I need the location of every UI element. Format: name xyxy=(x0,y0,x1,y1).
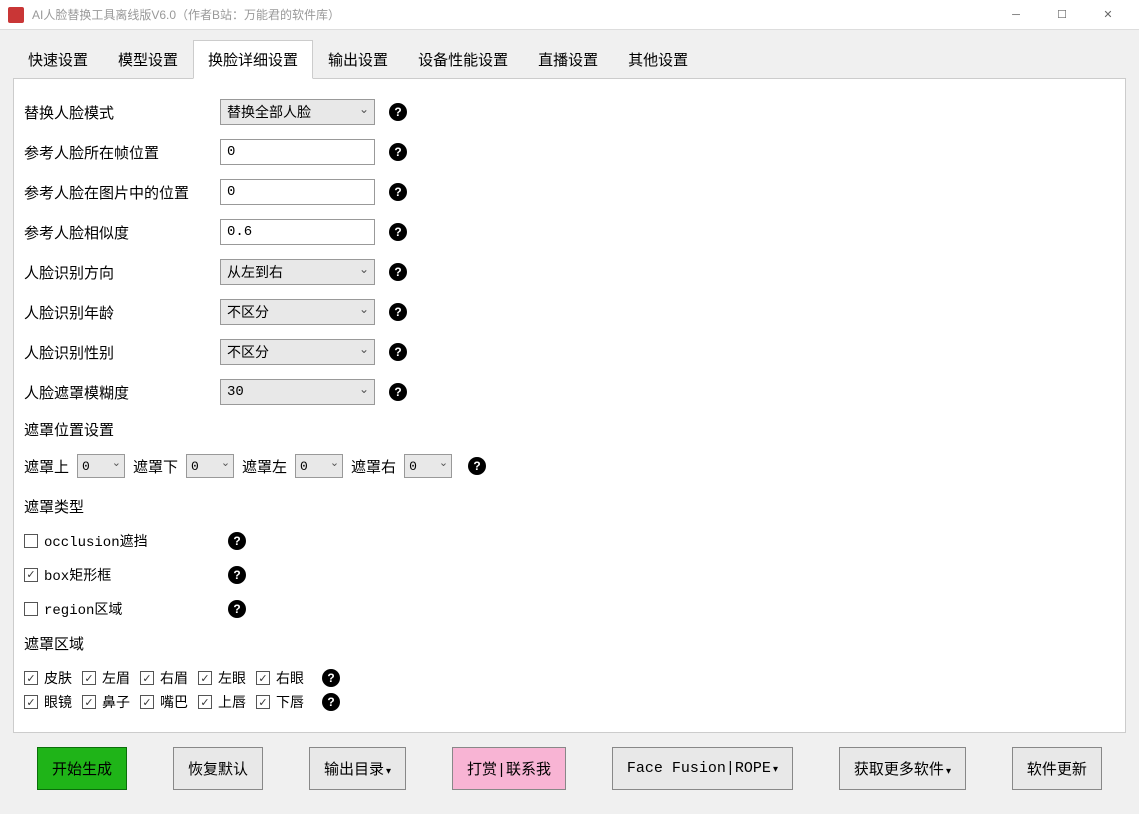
mask-region-title: 遮罩区域 xyxy=(24,633,1115,654)
face-fusion-button[interactable]: Face Fusion|ROPE xyxy=(612,747,793,790)
region-checkbox[interactable]: region区域 xyxy=(24,599,214,619)
update-button[interactable]: 软件更新 xyxy=(1012,747,1102,790)
gender-label: 人脸识别性别 xyxy=(24,342,214,363)
similarity-label: 参考人脸相似度 xyxy=(24,222,214,243)
help-icon[interactable]: ? xyxy=(389,303,407,321)
app-icon xyxy=(8,7,24,23)
help-icon[interactable]: ? xyxy=(389,143,407,161)
occlusion-label: occlusion遮挡 xyxy=(44,531,148,551)
region-left-brow[interactable]: 左眉 xyxy=(82,668,130,688)
tab-live[interactable]: 直播设置 xyxy=(523,40,613,78)
blur-label: 人脸遮罩模糊度 xyxy=(24,382,214,403)
region-upper-lip[interactable]: 上唇 xyxy=(198,692,246,712)
mask-left-select[interactable] xyxy=(295,454,343,478)
box-label: box矩形框 xyxy=(44,565,111,585)
ref-pos-input[interactable] xyxy=(220,179,375,205)
tab-model[interactable]: 模型设置 xyxy=(103,40,193,78)
mask-bottom-select[interactable] xyxy=(186,454,234,478)
tab-quick[interactable]: 快速设置 xyxy=(13,40,103,78)
more-software-button[interactable]: 获取更多软件 xyxy=(839,747,966,790)
face-mode-label: 替换人脸模式 xyxy=(24,102,214,123)
help-icon[interactable]: ? xyxy=(468,457,486,475)
close-button[interactable]: ✕ xyxy=(1085,0,1131,30)
ref-pos-label: 参考人脸在图片中的位置 xyxy=(24,182,214,203)
ref-frame-input[interactable] xyxy=(220,139,375,165)
box-checkbox[interactable]: box矩形框 xyxy=(24,565,214,585)
help-icon[interactable]: ? xyxy=(322,693,340,711)
region-nose[interactable]: 鼻子 xyxy=(82,692,130,712)
mask-position-title: 遮罩位置设置 xyxy=(24,419,1115,440)
tab-faceswap-detail[interactable]: 换脸详细设置 xyxy=(193,40,313,79)
region-lower-lip[interactable]: 下唇 xyxy=(256,692,304,712)
help-icon[interactable]: ? xyxy=(389,383,407,401)
mask-left-label: 遮罩左 xyxy=(242,456,287,477)
mask-top-label: 遮罩上 xyxy=(24,456,69,477)
help-icon[interactable]: ? xyxy=(228,566,246,584)
occlusion-checkbox[interactable]: occlusion遮挡 xyxy=(24,531,214,551)
maximize-button[interactable]: ☐ xyxy=(1039,0,1085,30)
region-glasses[interactable]: 眼镜 xyxy=(24,692,72,712)
output-dir-button[interactable]: 输出目录 xyxy=(309,747,406,790)
help-icon[interactable]: ? xyxy=(228,532,246,550)
region-left-eye[interactable]: 左眼 xyxy=(198,668,246,688)
mask-right-label: 遮罩右 xyxy=(351,456,396,477)
tab-other[interactable]: 其他设置 xyxy=(613,40,703,78)
mask-right-select[interactable] xyxy=(404,454,452,478)
mask-type-title: 遮罩类型 xyxy=(24,496,1115,517)
mask-bottom-label: 遮罩下 xyxy=(133,456,178,477)
tab-bar: 快速设置 模型设置 换脸详细设置 输出设置 设备性能设置 直播设置 其他设置 xyxy=(13,40,1126,79)
tab-output[interactable]: 输出设置 xyxy=(313,40,403,78)
tab-content: 替换人脸模式 ? 参考人脸所在帧位置 ? 参考人脸在图片中的位置 ? 参考人脸相… xyxy=(13,79,1126,733)
titlebar: AI人脸替换工具离线版V6.0（作者B站：万能君的软件库） ─ ☐ ✕ xyxy=(0,0,1139,30)
direction-label: 人脸识别方向 xyxy=(24,262,214,283)
blur-select[interactable] xyxy=(220,379,375,405)
help-icon[interactable]: ? xyxy=(322,669,340,687)
minimize-button[interactable]: ─ xyxy=(993,0,1039,30)
similarity-input[interactable] xyxy=(220,219,375,245)
window-title: AI人脸替换工具离线版V6.0（作者B站：万能君的软件库） xyxy=(32,6,993,23)
gender-select[interactable] xyxy=(220,339,375,365)
help-icon[interactable]: ? xyxy=(228,600,246,618)
tab-performance[interactable]: 设备性能设置 xyxy=(403,40,523,78)
help-icon[interactable]: ? xyxy=(389,263,407,281)
button-bar: 开始生成 恢复默认 输出目录 打赏|联系我 Face Fusion|ROPE 获… xyxy=(13,733,1126,804)
age-select[interactable] xyxy=(220,299,375,325)
face-mode-select[interactable] xyxy=(220,99,375,125)
region-right-brow[interactable]: 右眉 xyxy=(140,668,188,688)
region-right-eye[interactable]: 右眼 xyxy=(256,668,304,688)
mask-top-select[interactable] xyxy=(77,454,125,478)
start-button[interactable]: 开始生成 xyxy=(37,747,127,790)
donate-button[interactable]: 打赏|联系我 xyxy=(452,747,566,790)
help-icon[interactable]: ? xyxy=(389,343,407,361)
region-mouth[interactable]: 嘴巴 xyxy=(140,692,188,712)
direction-select[interactable] xyxy=(220,259,375,285)
age-label: 人脸识别年龄 xyxy=(24,302,214,323)
ref-frame-label: 参考人脸所在帧位置 xyxy=(24,142,214,163)
help-icon[interactable]: ? xyxy=(389,183,407,201)
help-icon[interactable]: ? xyxy=(389,223,407,241)
help-icon[interactable]: ? xyxy=(389,103,407,121)
region-label: region区域 xyxy=(44,599,122,619)
restore-button[interactable]: 恢复默认 xyxy=(173,747,263,790)
region-skin[interactable]: 皮肤 xyxy=(24,668,72,688)
